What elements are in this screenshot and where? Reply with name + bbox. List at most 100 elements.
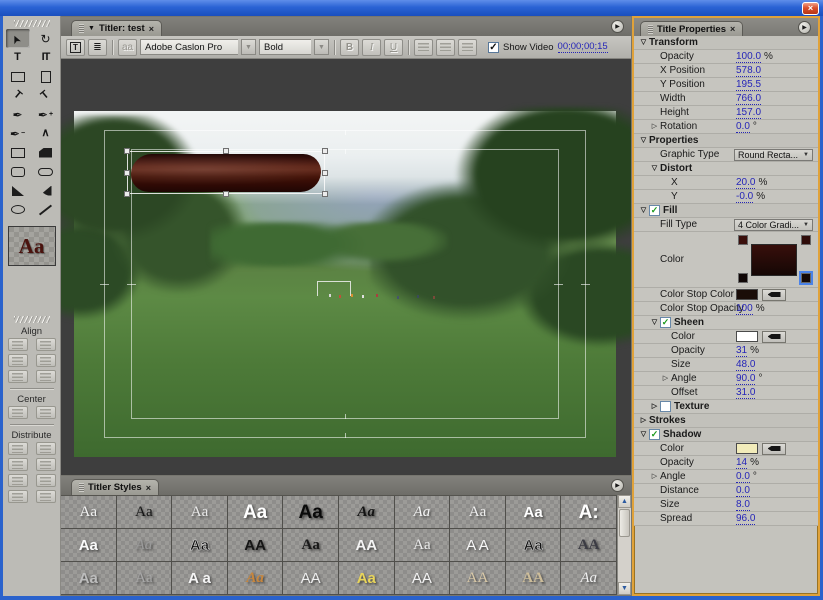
style-swatch-29[interactable]: AA xyxy=(506,562,562,595)
style-swatch-23[interactable]: A a xyxy=(172,562,228,595)
rounded-corner-rectangle-tool-icon[interactable] xyxy=(6,162,30,181)
style-swatch-6[interactable]: Aa xyxy=(339,496,395,529)
distribute-horizontal-left-button[interactable] xyxy=(8,442,28,455)
align-vertical-top-button[interactable] xyxy=(36,338,56,351)
tab-title-properties-close-icon[interactable]: × xyxy=(730,24,735,34)
shape-selection-bounds[interactable] xyxy=(127,151,325,194)
style-swatch-21[interactable]: Aa xyxy=(61,562,117,595)
style-swatch-1[interactable]: Aa xyxy=(61,496,117,529)
texture-checkbox[interactable] xyxy=(660,401,671,412)
style-swatch-10[interactable]: A: xyxy=(561,496,617,529)
align-text-right-button[interactable] xyxy=(458,39,477,56)
color-color-swatch[interactable] xyxy=(736,331,758,342)
style-swatch-12[interactable]: Aa xyxy=(117,529,173,562)
italic-button[interactable]: I xyxy=(362,39,381,56)
style-swatch-22[interactable]: Aa xyxy=(117,562,173,595)
rounded-rectangle-shape[interactable] xyxy=(130,154,323,192)
rotation-tool-icon[interactable]: ↻ xyxy=(34,29,58,48)
selection-handle-top-middle[interactable] xyxy=(223,148,229,154)
rotation-hot-value[interactable]: 0.0 xyxy=(736,121,750,133)
opacity-hot-value[interactable]: 14 xyxy=(736,457,747,469)
disclosure-closed-icon[interactable]: ▷ xyxy=(638,417,649,424)
titler-panel-menu-button[interactable]: ▶ xyxy=(611,20,624,33)
clipped-corner-rectangle-tool-icon[interactable] xyxy=(34,143,58,162)
panel-drag-grip[interactable] xyxy=(14,20,50,27)
kerning-button[interactable]: aa xyxy=(118,39,137,56)
distribute-vertical-top-button[interactable] xyxy=(36,442,56,455)
style-preview-swatch[interactable]: Aa xyxy=(8,226,56,266)
vertical-type-tool-icon[interactable]: IT xyxy=(34,48,58,67)
area-type-tool-icon[interactable] xyxy=(6,67,30,86)
rectangle-tool-icon[interactable] xyxy=(6,143,30,162)
timecode-hot-text[interactable]: 00;00;00;15 xyxy=(558,41,608,53)
disclosure-closed-icon[interactable]: ▷ xyxy=(660,375,671,382)
style-swatch-30[interactable]: Aa xyxy=(561,562,617,595)
tab-titler-styles-close-icon[interactable]: × xyxy=(146,483,151,493)
fill-type-dropdown[interactable]: 4 Color Gradi...▼ xyxy=(734,219,813,231)
align-text-center-button[interactable] xyxy=(436,39,455,56)
distance-hot-value[interactable]: 0.0 xyxy=(736,485,750,497)
center-horizontal-button[interactable] xyxy=(8,406,28,419)
tab-titler-styles[interactable]: Titler Styles × xyxy=(71,479,159,495)
style-swatch-24[interactable]: Aa xyxy=(228,562,284,595)
align-panel-drag-grip[interactable] xyxy=(14,316,50,323)
style-swatch-17[interactable]: Aa xyxy=(395,529,451,562)
width-hot-value[interactable]: 766.0 xyxy=(736,93,761,105)
tab-titler[interactable]: ▼ Titler: test × xyxy=(71,20,162,36)
tab-title-properties[interactable]: Title Properties × xyxy=(640,21,743,36)
vertical-area-type-tool-icon[interactable] xyxy=(34,67,58,86)
tab-titler-close-icon[interactable]: × xyxy=(149,24,154,34)
style-swatch-27[interactable]: AA xyxy=(395,562,451,595)
color-eyedropper-button[interactable] xyxy=(762,443,786,455)
disclosure-open-icon[interactable]: ▽ xyxy=(638,39,649,46)
style-swatch-16[interactable]: AA xyxy=(339,529,395,562)
font-style-select[interactable]: Bold xyxy=(259,39,311,55)
wedge-tool-icon[interactable] xyxy=(6,181,30,200)
y-hot-value[interactable]: -0.0 xyxy=(736,191,753,203)
shadow-checkbox[interactable]: ✓ xyxy=(649,429,660,440)
style-swatch-8[interactable]: Aa xyxy=(450,496,506,529)
font-family-chevron-icon[interactable]: ▼ xyxy=(241,39,256,55)
line-tool-icon[interactable] xyxy=(34,200,58,219)
style-swatch-5[interactable]: Aa xyxy=(283,496,339,529)
style-swatch-14[interactable]: AA xyxy=(228,529,284,562)
styles-scrollbar[interactable]: ▲ ▼ xyxy=(617,495,631,595)
disclosure-open-icon[interactable]: ▽ xyxy=(649,165,660,172)
center-vertical-button[interactable] xyxy=(36,406,56,419)
flyout-triangle-icon[interactable]: ▼ xyxy=(88,25,95,32)
sheen-checkbox[interactable]: ✓ xyxy=(660,317,671,328)
delete-anchor-point-tool-icon[interactable]: ✒− xyxy=(6,124,30,143)
convert-anchor-point-tool-icon[interactable]: ∧ xyxy=(34,124,58,143)
graphic-type-dropdown[interactable]: Round Recta...▼ xyxy=(734,149,813,161)
offset-hot-value[interactable]: 31.0 xyxy=(736,387,755,399)
underline-button[interactable]: U xyxy=(384,39,403,56)
path-type-tool-icon[interactable]: T xyxy=(6,86,30,105)
distribute-vertical-bottom-button[interactable] xyxy=(36,474,56,487)
style-swatch-19[interactable]: Aa xyxy=(506,529,562,562)
distribute-vertical-center-button[interactable] xyxy=(36,458,56,471)
selection-handle-middle-right[interactable] xyxy=(322,170,328,176)
round-rectangle-tool-icon[interactable] xyxy=(34,162,58,181)
style-swatch-25[interactable]: AA xyxy=(283,562,339,595)
disclosure-open-icon[interactable]: ▽ xyxy=(638,207,649,214)
pen-tool-icon[interactable]: ✒ xyxy=(6,105,30,124)
y-position-hot-value[interactable]: 195.5 xyxy=(736,79,761,91)
scroll-down-button[interactable]: ▼ xyxy=(618,582,631,595)
disclosure-open-icon[interactable]: ▽ xyxy=(649,319,660,326)
gradient-stop-4[interactable] xyxy=(801,273,811,283)
style-swatch-3[interactable]: Aa xyxy=(172,496,228,529)
disclosure-closed-icon[interactable]: ▷ xyxy=(649,473,660,480)
fill-checkbox[interactable]: ✓ xyxy=(649,205,660,216)
window-titlebar[interactable]: × xyxy=(0,0,823,16)
ellipse-tool-icon[interactable] xyxy=(6,200,30,219)
disclosure-closed-icon[interactable]: ▷ xyxy=(649,403,660,410)
scroll-track[interactable] xyxy=(618,538,631,582)
angle-hot-value[interactable]: 0.0 xyxy=(736,471,750,483)
scroll-up-button[interactable]: ▲ xyxy=(618,495,631,508)
window-close-button[interactable]: × xyxy=(802,2,819,15)
add-anchor-point-tool-icon[interactable]: ✒+ xyxy=(34,105,58,124)
gradient-stop-2[interactable] xyxy=(801,235,811,245)
style-swatch-20[interactable]: AA xyxy=(561,529,617,562)
opacity-hot-value[interactable]: 100.0 xyxy=(736,51,761,63)
selection-handle-bottom-right[interactable] xyxy=(322,191,328,197)
